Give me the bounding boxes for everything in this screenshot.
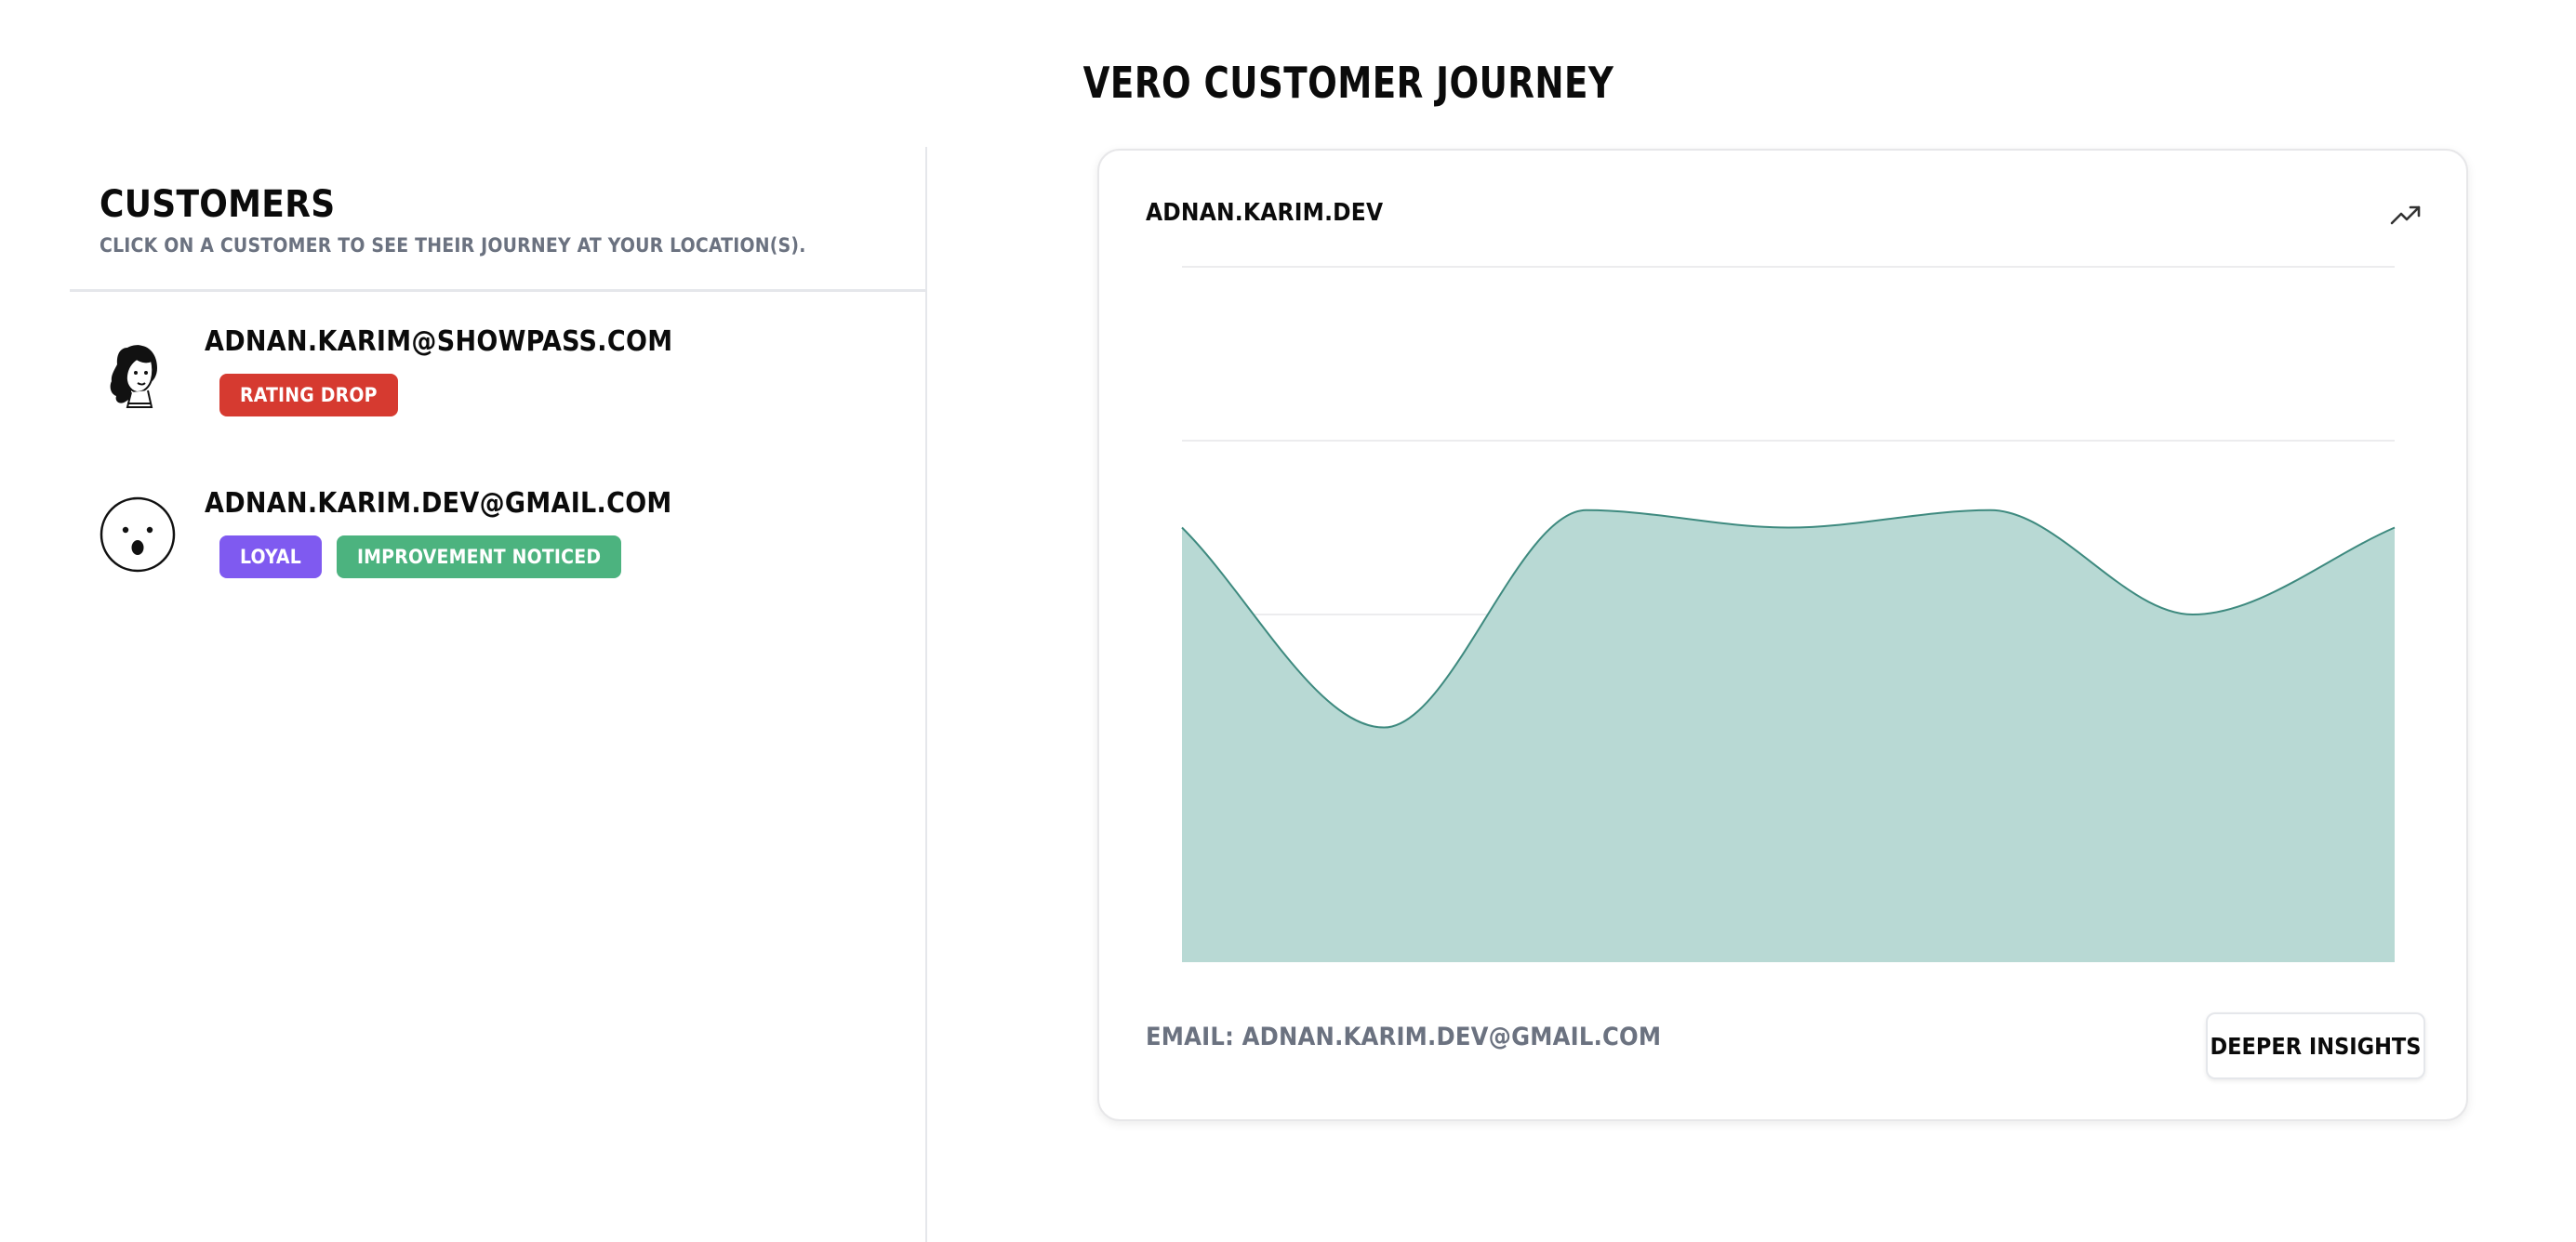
customers-subtitle: Click on a customer to see their journey… [100,234,806,257]
customers-title: Customers [100,183,336,226]
chart-series-line [1181,509,2396,729]
customer-list-item[interactable]: adnan.karim@showpass.com Rating Drop [100,325,890,446]
customer-badges: Loyal Improvement Noticed [219,535,622,578]
chart-area-fill [1182,509,2395,962]
header-divider [70,289,925,292]
customer-email: adnan.karim@showpass.com [205,325,673,358]
card-title: adnan.karim.dev [1146,199,1384,227]
customer-journey-card: adnan.karim.dev Email: adnan.karim.dev@g… [1097,149,2468,1121]
loyal-badge: Loyal [219,535,322,578]
woman-sketch-avatar-icon [110,345,157,408]
customers-panel: Customers Click on a customer to see the… [0,147,926,1242]
card-email: Email: adnan.karim.dev@gmail.com [1146,1023,1661,1051]
improvement-noticed-badge: Improvement Noticed [336,535,622,578]
customer-list-item[interactable]: adnan.karim.dev@gmail.com Loyal Improvem… [100,487,890,608]
email-value: adnan.karim.dev@gmail.com [1242,1023,1662,1051]
email-label: Email: [1146,1023,1242,1051]
rating-drop-badge: Rating Drop [219,374,398,416]
customer-email: adnan.karim.dev@gmail.com [205,487,672,520]
trending-up-icon [2390,205,2421,225]
deeper-insights-button[interactable]: Deeper Insights [2206,1012,2425,1079]
surprised-face-avatar-icon [100,496,176,573]
panel-divider [925,147,927,1242]
page-title: Vero Customer Journey [1082,58,1614,108]
journey-area-chart [1181,266,2396,962]
customers-header: Customers Click on a customer to see the… [100,184,806,257]
customer-badges: Rating Drop [219,374,398,416]
